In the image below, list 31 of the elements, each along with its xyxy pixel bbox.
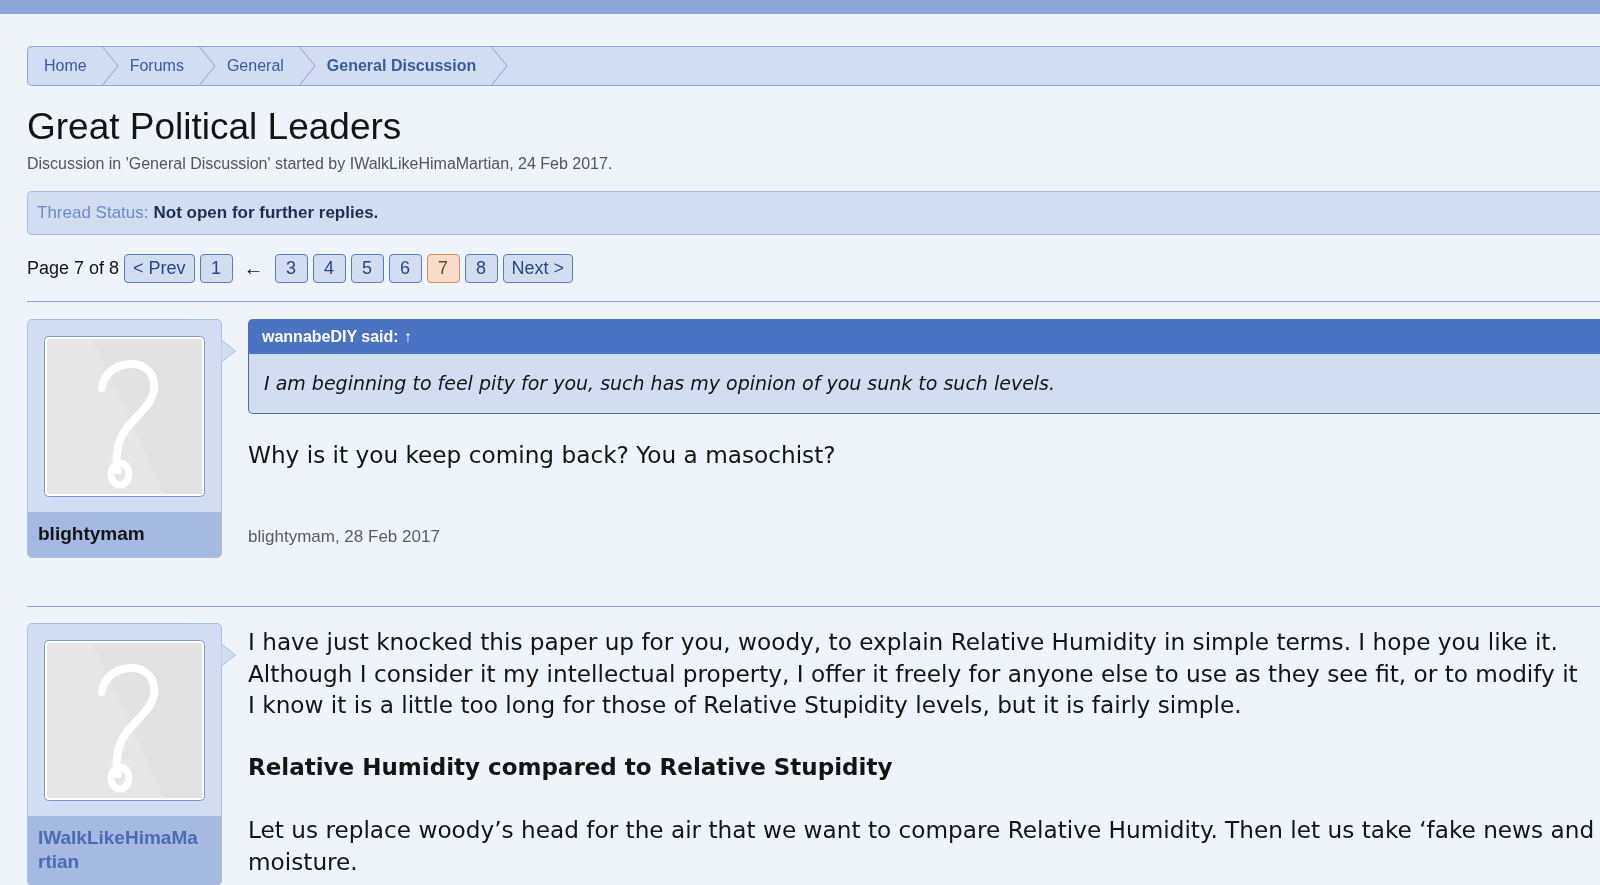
- page-number-button[interactable]: 4: [312, 254, 346, 283]
- breadcrumb-link[interactable]: General Discussion: [315, 47, 492, 85]
- page-number-button[interactable]: 5: [350, 254, 384, 283]
- page-count-text: Page 7 of 8: [27, 257, 120, 280]
- post-text-line: I know it is a little too long for those of Relative Stupidity levels, but it is fairly simple.: [248, 690, 1242, 720]
- post-heading: Relative Humidity compared to Relative Stupidity: [248, 752, 893, 782]
- breadcrumb-link[interactable]: Home: [33, 47, 102, 85]
- previous-page-button[interactable]: < Prev: [124, 254, 195, 283]
- quote-source-link[interactable]: ↑: [403, 324, 412, 349]
- post-text-line: moisture.: [248, 846, 358, 877]
- breadcrumb-link[interactable]: Forums: [118, 47, 199, 85]
- page-number-button[interactable]: 8: [464, 254, 498, 283]
- page-number-button[interactable]: 7: [426, 254, 460, 283]
- quote-text: I am beginning to feel pity for you, such has my opinion of you sunk to such levels.: [264, 371, 1056, 397]
- post-meta-text: blightymam, 28 Feb 2017: [248, 527, 440, 546]
- username-link[interactable]: blightymam: [38, 522, 201, 546]
- post-text-line: Why is it you keep coming back? You a masochist?: [248, 440, 836, 470]
- skip-pages-link[interactable]: ←: [243, 255, 264, 282]
- next-page-button[interactable]: Next >: [502, 254, 574, 283]
- post-text-line: I have just knocked this paper up for you, woody, to explain Relative Humidity in simple terms. I hope you like it.: [248, 627, 1558, 657]
- page-number-button[interactable]: 6: [388, 254, 422, 283]
- post-text-line: Although I consider it my intellectual property, I offer it freely for anyone else to use as they see fit, or to modify it: [248, 658, 1578, 689]
- quote-author-text: wannabeDIY said:: [262, 326, 399, 347]
- page-number-button[interactable]: 3: [274, 254, 308, 283]
- post-text-line: Let us replace woody’s head for the air that we want to compare Relative Humidity. Then let us take ‘fake news and: [248, 815, 1595, 845]
- page-number-button[interactable]: 1: [199, 254, 233, 283]
- breadcrumb-link[interactable]: General: [215, 47, 299, 85]
- thread-meta-text: Discussion in 'General Discussion' started by IWalkLikeHimaMartian, 24 Feb 2017.: [27, 154, 613, 174]
- status-value: Not open for further replies.: [153, 202, 379, 225]
- status-label: Thread Status:: [37, 202, 149, 225]
- thread-title: Great Political Leaders: [27, 105, 402, 149]
